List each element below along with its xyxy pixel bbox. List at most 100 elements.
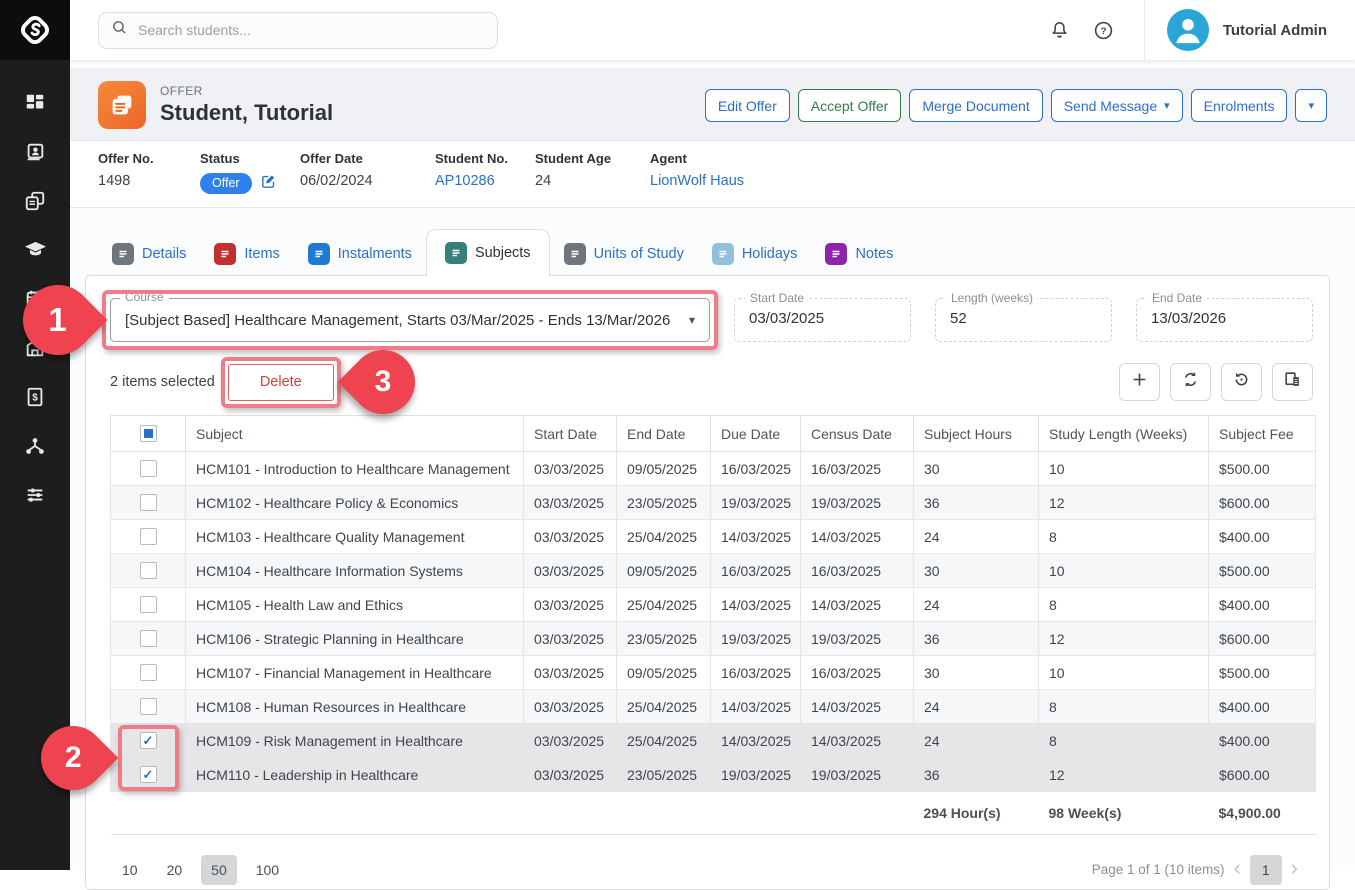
sidebar-item-calendar[interactable] (0, 274, 70, 323)
cell-weeks: 12 (1039, 486, 1209, 520)
sidebar-item-students[interactable] (0, 127, 70, 176)
course-select[interactable]: [Subject Based] Healthcare Management, S… (110, 298, 710, 342)
search-box[interactable] (98, 12, 498, 49)
sidebar-item-settings[interactable] (0, 470, 70, 519)
columns-button[interactable] (1272, 363, 1313, 401)
cell-weeks: 8 (1039, 724, 1209, 758)
tab-label: Notes (855, 246, 893, 262)
cell-fee: $400.00 (1209, 520, 1316, 554)
tab-subjects[interactable]: Subjects (426, 229, 550, 276)
sidebar-item-courses[interactable] (0, 225, 70, 274)
cell-due: 16/03/2025 (711, 656, 801, 690)
row-checkbox[interactable] (140, 528, 157, 545)
sidebar-item-invoices[interactable]: $ (0, 372, 70, 421)
cell-hours: 24 (914, 520, 1039, 554)
sidebar-item-campus[interactable] (0, 323, 70, 372)
cell-end: 09/05/2025 (617, 452, 711, 486)
tab-notes[interactable]: Notes (811, 233, 907, 275)
enrolments-button[interactable]: Enrolments (1191, 89, 1288, 122)
cell-weeks: 12 (1039, 622, 1209, 656)
chevron-down-icon: ▾ (1308, 99, 1314, 112)
refresh-button[interactable] (1170, 363, 1211, 401)
select-all-checkbox[interactable] (140, 425, 157, 442)
info-value[interactable]: AP10286 (435, 173, 495, 189)
cell-due: 14/03/2025 (711, 588, 801, 622)
row-checkbox[interactable] (140, 562, 157, 579)
column-header[interactable]: Study Length (Weeks) (1039, 416, 1209, 452)
column-header[interactable]: Subject Fee (1209, 416, 1316, 452)
sidebar-item-agents[interactable] (0, 421, 70, 470)
svg-text:$: $ (32, 392, 38, 403)
accept-offer-button[interactable]: Accept Offer (798, 89, 902, 122)
field-length-weeks-[interactable]: Length (weeks) 52 (935, 298, 1112, 342)
column-header[interactable]: Subject Hours (914, 416, 1039, 452)
cell-weeks: 8 (1039, 588, 1209, 622)
row-checkbox[interactable] (140, 630, 157, 647)
app-logo-icon[interactable] (0, 0, 70, 60)
edit-offer-button[interactable]: Edit Offer (705, 89, 790, 122)
column-header[interactable]: Subject (186, 416, 524, 452)
cell-hours: 24 (914, 724, 1039, 758)
cell-subject: HCM104 - Healthcare Information Systems (186, 554, 524, 588)
tab-items[interactable]: Items (200, 233, 293, 275)
subjects-table: SubjectStart DateEnd DateDue DateCensus … (110, 415, 1316, 835)
tab-label: Items (244, 246, 279, 262)
info-field-status: Status Offer (200, 151, 300, 194)
cell-end: 25/04/2025 (617, 690, 711, 724)
column-header[interactable]: End Date (617, 416, 711, 452)
tab-holidays[interactable]: Holidays (698, 233, 812, 275)
tab-units-of-study[interactable]: Units of Study (550, 233, 698, 275)
row-checkbox[interactable] (140, 732, 157, 749)
add-button[interactable] (1119, 363, 1160, 401)
merge-document-button[interactable]: Merge Document (909, 89, 1042, 122)
info-field-agent: Agent LionWolf Haus (650, 151, 744, 194)
offer-info-row: Offer No. 1498Status OfferOffer Date 06/… (70, 140, 1355, 208)
table-row: HCM104 - Healthcare Information Systems0… (111, 554, 1316, 588)
sidebar-item-offers[interactable] (0, 176, 70, 225)
info-value[interactable]: LionWolf Haus (650, 173, 744, 189)
cell-due: 19/03/2025 (711, 486, 801, 520)
topbar-divider (1144, 0, 1145, 60)
row-checkbox[interactable] (140, 460, 157, 477)
topbar: ? Tutorial Admin (70, 0, 1355, 60)
send-message-button[interactable]: Send Message▾ (1051, 89, 1183, 122)
chevron-down-icon: ▾ (689, 313, 695, 327)
cell-start: 03/03/2025 (524, 622, 617, 656)
tab-label: Details (142, 246, 186, 262)
status-badge: Offer (200, 173, 252, 194)
row-checkbox[interactable] (140, 664, 157, 681)
refresh-icon (1181, 370, 1200, 394)
cell-subject: HCM103 - Healthcare Quality Management (186, 520, 524, 554)
more-actions-button[interactable]: ▾ (1295, 89, 1327, 122)
history-button[interactable] (1221, 363, 1262, 401)
delete-button[interactable]: Delete (228, 364, 334, 401)
table-row: HCM102 - Healthcare Policy & Economics03… (111, 486, 1316, 520)
search-input[interactable] (138, 22, 485, 38)
cell-due: 19/03/2025 (711, 622, 801, 656)
cell-start: 03/03/2025 (524, 588, 617, 622)
info-label: Student Age (535, 151, 650, 166)
row-checkbox[interactable] (140, 596, 157, 613)
column-header[interactable]: Start Date (524, 416, 617, 452)
cell-weeks: 8 (1039, 690, 1209, 724)
edit-status-icon[interactable] (260, 173, 277, 194)
row-checkbox[interactable] (140, 494, 157, 511)
tab-details[interactable]: Details (98, 233, 200, 275)
cell-end: 25/04/2025 (617, 724, 711, 758)
sidebar-item-dashboard[interactable] (0, 78, 70, 127)
field-end-date[interactable]: End Date 13/03/2026 (1136, 298, 1313, 342)
avatar[interactable] (1167, 9, 1209, 51)
row-checkbox[interactable] (140, 698, 157, 715)
user-name[interactable]: Tutorial Admin (1223, 22, 1327, 39)
course-row: Course [Subject Based] Healthcare Manage… (110, 298, 1313, 342)
tab-instalments[interactable]: Instalments (294, 233, 426, 275)
notifications-bell-icon[interactable] (1038, 8, 1082, 52)
info-field-offer-no-: Offer No. 1498 (98, 151, 200, 194)
help-icon[interactable]: ? (1082, 8, 1126, 52)
cell-subject: HCM107 - Financial Management in Healthc… (186, 656, 524, 690)
offer-actions: Edit OfferAccept OfferMerge Document Send… (705, 81, 1327, 122)
column-header[interactable]: Due Date (711, 416, 801, 452)
row-checkbox[interactable] (140, 766, 157, 783)
column-header[interactable]: Census Date (801, 416, 914, 452)
field-start-date[interactable]: Start Date 03/03/2025 (734, 298, 911, 342)
